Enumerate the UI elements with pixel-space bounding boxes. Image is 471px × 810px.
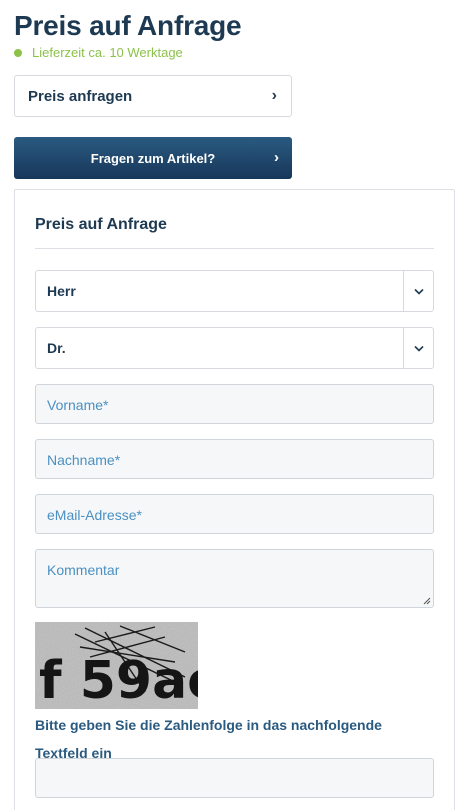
email-field[interactable]: eMail-Adresse* [35, 494, 434, 534]
comment-placeholder: Kommentar [47, 562, 120, 578]
request-price-button[interactable]: Preis anfragen › [14, 75, 292, 117]
page-title: Preis auf Anfrage [14, 10, 242, 41]
comment-field[interactable]: Kommentar [35, 549, 434, 608]
chevron-right-icon: › [271, 87, 277, 104]
salutation-select[interactable]: Herr [35, 270, 434, 312]
chevron-down-icon [403, 328, 433, 368]
status-dot-icon [14, 48, 22, 57]
delivery-status: Lieferzeit ca. 10 Werktage [14, 45, 183, 60]
price-request-form: Preis auf Anfrage Herr Dr. Vorname* Nach… [14, 189, 455, 810]
delivery-text: Lieferzeit ca. 10 Werktage [32, 45, 183, 60]
salutation-value: Herr [47, 283, 76, 299]
academic-title-value: Dr. [47, 340, 66, 356]
request-price-label: Preis anfragen [28, 87, 133, 105]
questions-button[interactable]: Fragen zum Artikel? › [14, 137, 292, 179]
chevron-down-icon [403, 271, 433, 311]
chevron-right-icon: › [274, 149, 279, 166]
captcha-graphic: f 59ac [35, 622, 198, 709]
firstname-field[interactable]: Vorname* [35, 384, 434, 424]
resize-handle-icon[interactable] [423, 597, 431, 605]
captcha-image: f 59ac [35, 622, 198, 709]
captcha-input[interactable] [35, 758, 434, 798]
questions-label: Fragen zum Artikel? [90, 150, 216, 166]
lastname-field[interactable]: Nachname* [35, 439, 434, 479]
form-divider [35, 248, 434, 249]
captcha-glyphs: f 59ac [39, 651, 198, 709]
academic-title-select[interactable]: Dr. [35, 327, 434, 369]
form-title: Preis auf Anfrage [35, 216, 167, 233]
